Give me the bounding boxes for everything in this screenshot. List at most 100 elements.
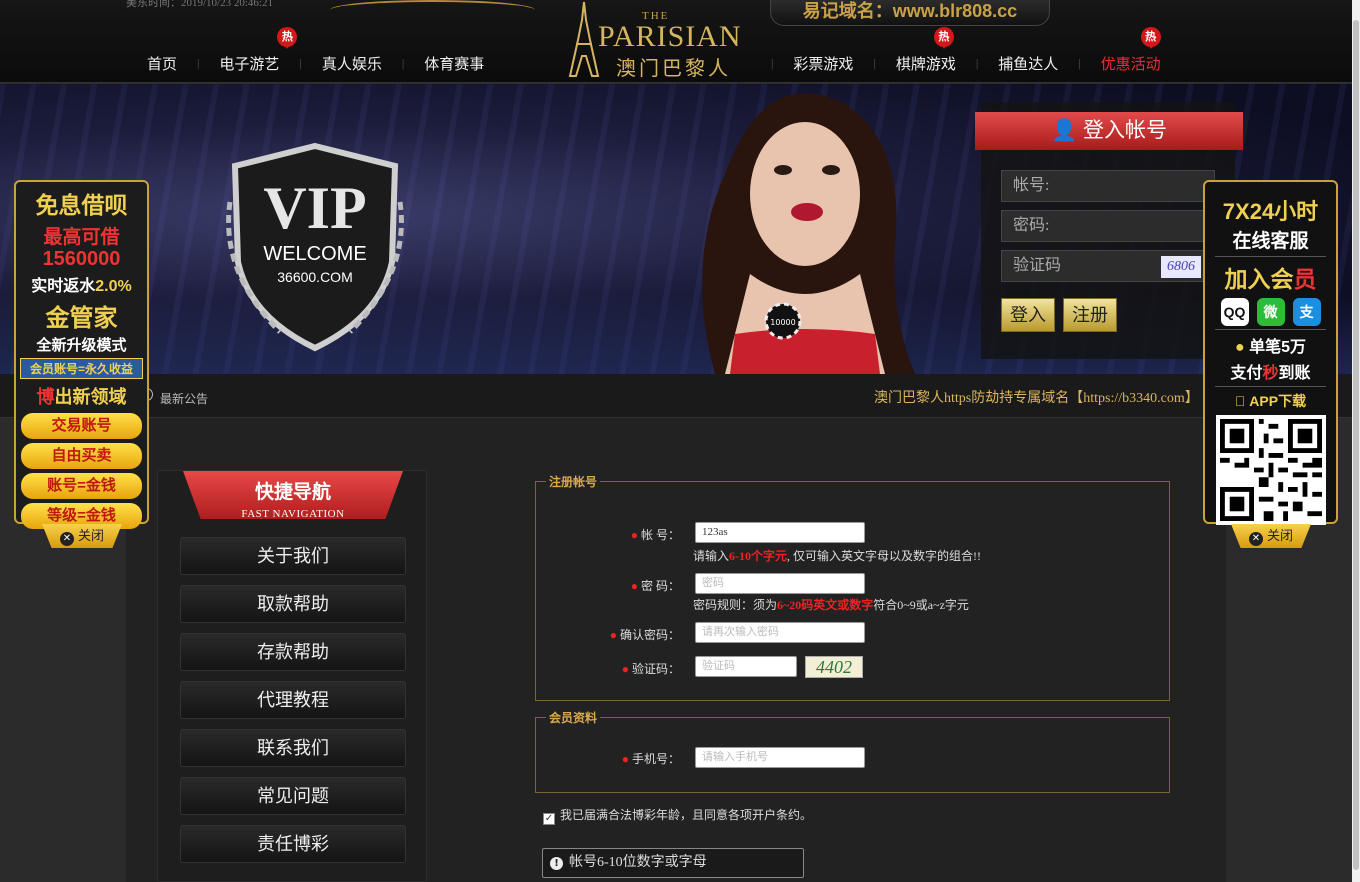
quick-nav-withdraw-help[interactable]: 取款帮助 [180, 585, 406, 623]
float-left-button-account-money[interactable]: 账号=金钱 [21, 473, 142, 499]
agree-checkbox[interactable]: ✓ [543, 813, 555, 825]
login-account-input[interactable]: 帐号: [1001, 170, 1215, 202]
nav-cards[interactable]: 棋牌游戏 热 [895, 26, 956, 74]
notice-bar: 最新公告 澳门巴黎人https防劫持专属域名【https://b3340.com… [0, 374, 1352, 418]
quick-nav-deposit-help[interactable]: 存款帮助 [180, 633, 406, 671]
float-ad-left[interactable]: 免息借呗 最高可借 1560000 实时返水2.0% 金管家 全新升级模式 会员… [14, 180, 149, 529]
hot-badge-icon: 热 [277, 26, 298, 49]
scrollbar-thumb[interactable] [1353, 20, 1359, 870]
register-password-input[interactable]: 密码 [695, 573, 865, 594]
nav-lottery[interactable]: 彩票游戏 [793, 53, 853, 74]
float-right-line5: 支付秒到账 [1230, 365, 1311, 382]
nav-live-casino[interactable]: 真人娱乐 [322, 53, 382, 74]
qr-code-image[interactable] [1215, 415, 1326, 525]
user-icon: 👤 [1051, 119, 1078, 142]
notice-marquee[interactable]: 澳门巴黎人https防劫持专属域名【https://b3340.com】 [874, 387, 1199, 407]
alipay-icon[interactable]: 支 [1292, 298, 1321, 326]
wechat-icon[interactable]: 微 [1256, 298, 1285, 326]
nav-separator: | [197, 55, 200, 70]
quick-nav-faq[interactable]: 常见问题 [180, 777, 406, 815]
app-download-label[interactable]:  APP下载 [1205, 391, 1336, 411]
server-time: 美东时间：2019/10/23 20:46:21 [126, 0, 273, 9]
float-right-line2: 在线客服 [1232, 231, 1309, 252]
member-legend: 会员资料 [546, 709, 601, 726]
quick-nav-responsible-gaming[interactable]: 责任博彩 [180, 825, 406, 863]
qq-icon[interactable]: QQ [1220, 298, 1249, 326]
register-captcha-input[interactable]: 验证码 [695, 656, 797, 677]
nav-right: | 彩票游戏 | 棋牌游戏 热 | 捕鱼达人 | 优惠活动 热 [771, 26, 1161, 76]
register-confirm-input[interactable]: 请再次输入密码 [695, 622, 865, 643]
domain-badge[interactable]: 易记域名：www.blr808.cc [770, 0, 1050, 26]
divider [1215, 329, 1326, 330]
float-left-line7: 会员账号=永久收益 [20, 358, 143, 379]
register-legend: 注册帐号 [546, 473, 601, 490]
nav-home[interactable]: 首页 [147, 53, 177, 74]
model-image: 10000 [702, 93, 915, 374]
agree-row[interactable]: ✓ 我已届满合法博彩年龄，且同意各项开户条约。 [543, 806, 812, 825]
vip-text: VIP [263, 175, 366, 241]
password-hint: 密码规则：须为6~20码英文或数字符合0~9或a~z字元 [693, 598, 969, 612]
agree-text: 我已届满合法博彩年龄，且同意各项开户条约。 [560, 808, 813, 822]
float-ad-right[interactable]: 7X24小时 在线客服 加入会员 QQ 微 支 ● 单笔5万 支付秒到账  A… [1203, 180, 1338, 525]
float-left-line5: 金管家 [45, 305, 118, 332]
nav-slots-label: 电子游艺 [219, 56, 280, 73]
register-captcha-label: ● 验证码： [621, 662, 680, 676]
welcome-text: WELCOME [263, 243, 366, 265]
phone-input[interactable]: 请输入手机号 [695, 747, 865, 768]
float-left-close-button[interactable]: ✕ 关闭 [42, 524, 122, 548]
float-left-line2: 最高可借 [43, 227, 120, 248]
nav-promotions[interactable]: 优惠活动 热 [1101, 26, 1161, 74]
nav-sports[interactable]: 体育赛事 [424, 53, 484, 74]
float-left-line8: 博出新领域 [36, 387, 127, 407]
login-header: 👤 登入帐号 [975, 112, 1243, 150]
float-left-button-trade[interactable]: 交易账号 [21, 413, 142, 439]
banner-site-text: 36600.COM [277, 269, 352, 285]
money-bag-icon: ● [1234, 339, 1245, 356]
close-icon: ✕ [59, 532, 74, 546]
float-right-line1: 7X24小时 [1222, 199, 1319, 224]
float-left-line6: 全新升级模式 [36, 337, 127, 354]
page-scrollbar[interactable] [1352, 0, 1360, 882]
float-left-line3: 1560000 [42, 248, 121, 270]
register-captcha-image[interactable]: 4402 [805, 656, 863, 678]
phone-label: ● 手机号： [621, 752, 680, 766]
confirm-password-label: ● 确认密码： [609, 628, 680, 642]
quick-nav-subtitle: FAST NAVIGATION [241, 508, 345, 520]
nav-cards-label: 棋牌游戏 [895, 56, 956, 73]
nav-separator: | [299, 55, 302, 70]
nav-separator: | [1078, 55, 1081, 70]
logo-name: PARISIAN [598, 20, 742, 53]
vip-shield-icon: VIP WELCOME 36600.COM [226, 142, 404, 352]
nav-slots[interactable]: 电子游艺 热 [219, 26, 298, 74]
quick-nav-agent-tutorial[interactable]: 代理教程 [180, 681, 406, 719]
chip-value: 10000 [770, 318, 795, 327]
password-label: ● 密 码： [630, 579, 680, 593]
hot-badge-icon: 热 [1140, 26, 1161, 49]
alert-icon: ! [550, 857, 563, 870]
quick-nav-title: 快捷导航 [254, 482, 331, 503]
float-right-close-button[interactable]: ✕ 关闭 [1231, 524, 1311, 548]
nav-separator: | [975, 55, 979, 70]
account-hint: 请输入6-10个字元, 仅可输入英文字母以及数字的组合!! [693, 549, 982, 563]
float-left-button-free-trade[interactable]: 自由买卖 [21, 443, 142, 469]
register-account-input[interactable]: 123as [695, 522, 865, 543]
nav-left: 首页 | 电子游艺 热 | 真人娱乐 | 体育赛事 [147, 26, 484, 76]
top-header: 美东时间：2019/10/23 20:46:21 易记域名：www.blr808… [0, 0, 1352, 83]
quick-nav-sidebar: 快捷导航 FAST NAVIGATION 关于我们 取款帮助 存款帮助 代理教程… [157, 470, 427, 882]
hero-banner: VIP WELCOME 36600.COM 10000 👤 登入帐号 帐号: 密… [0, 84, 1352, 374]
quick-nav-about[interactable]: 关于我们 [180, 537, 406, 575]
login-captcha-image[interactable]: 6806 [1161, 256, 1201, 278]
float-right-join: 加入会员 [1224, 266, 1317, 292]
nav-fishing[interactable]: 捕鱼达人 [998, 53, 1058, 74]
login-password-input[interactable]: 密码: [1001, 210, 1215, 242]
float-left-line4: 实时返水2.0% [31, 278, 132, 295]
quick-nav-contact[interactable]: 联系我们 [180, 729, 406, 767]
logo-cn: 澳门巴黎人 [616, 58, 731, 80]
register-button[interactable]: 注册 [1063, 298, 1117, 332]
login-button[interactable]: 登入 [1001, 298, 1055, 332]
divider [1215, 256, 1326, 257]
login-title: 登入帐号 [1083, 119, 1167, 142]
nav-separator: | [873, 55, 876, 70]
validation-tooltip: ! 帐号6-10位数字或字母 [542, 848, 804, 878]
site-logo[interactable]: THE PARISIAN 澳门巴黎人 [560, 0, 755, 80]
